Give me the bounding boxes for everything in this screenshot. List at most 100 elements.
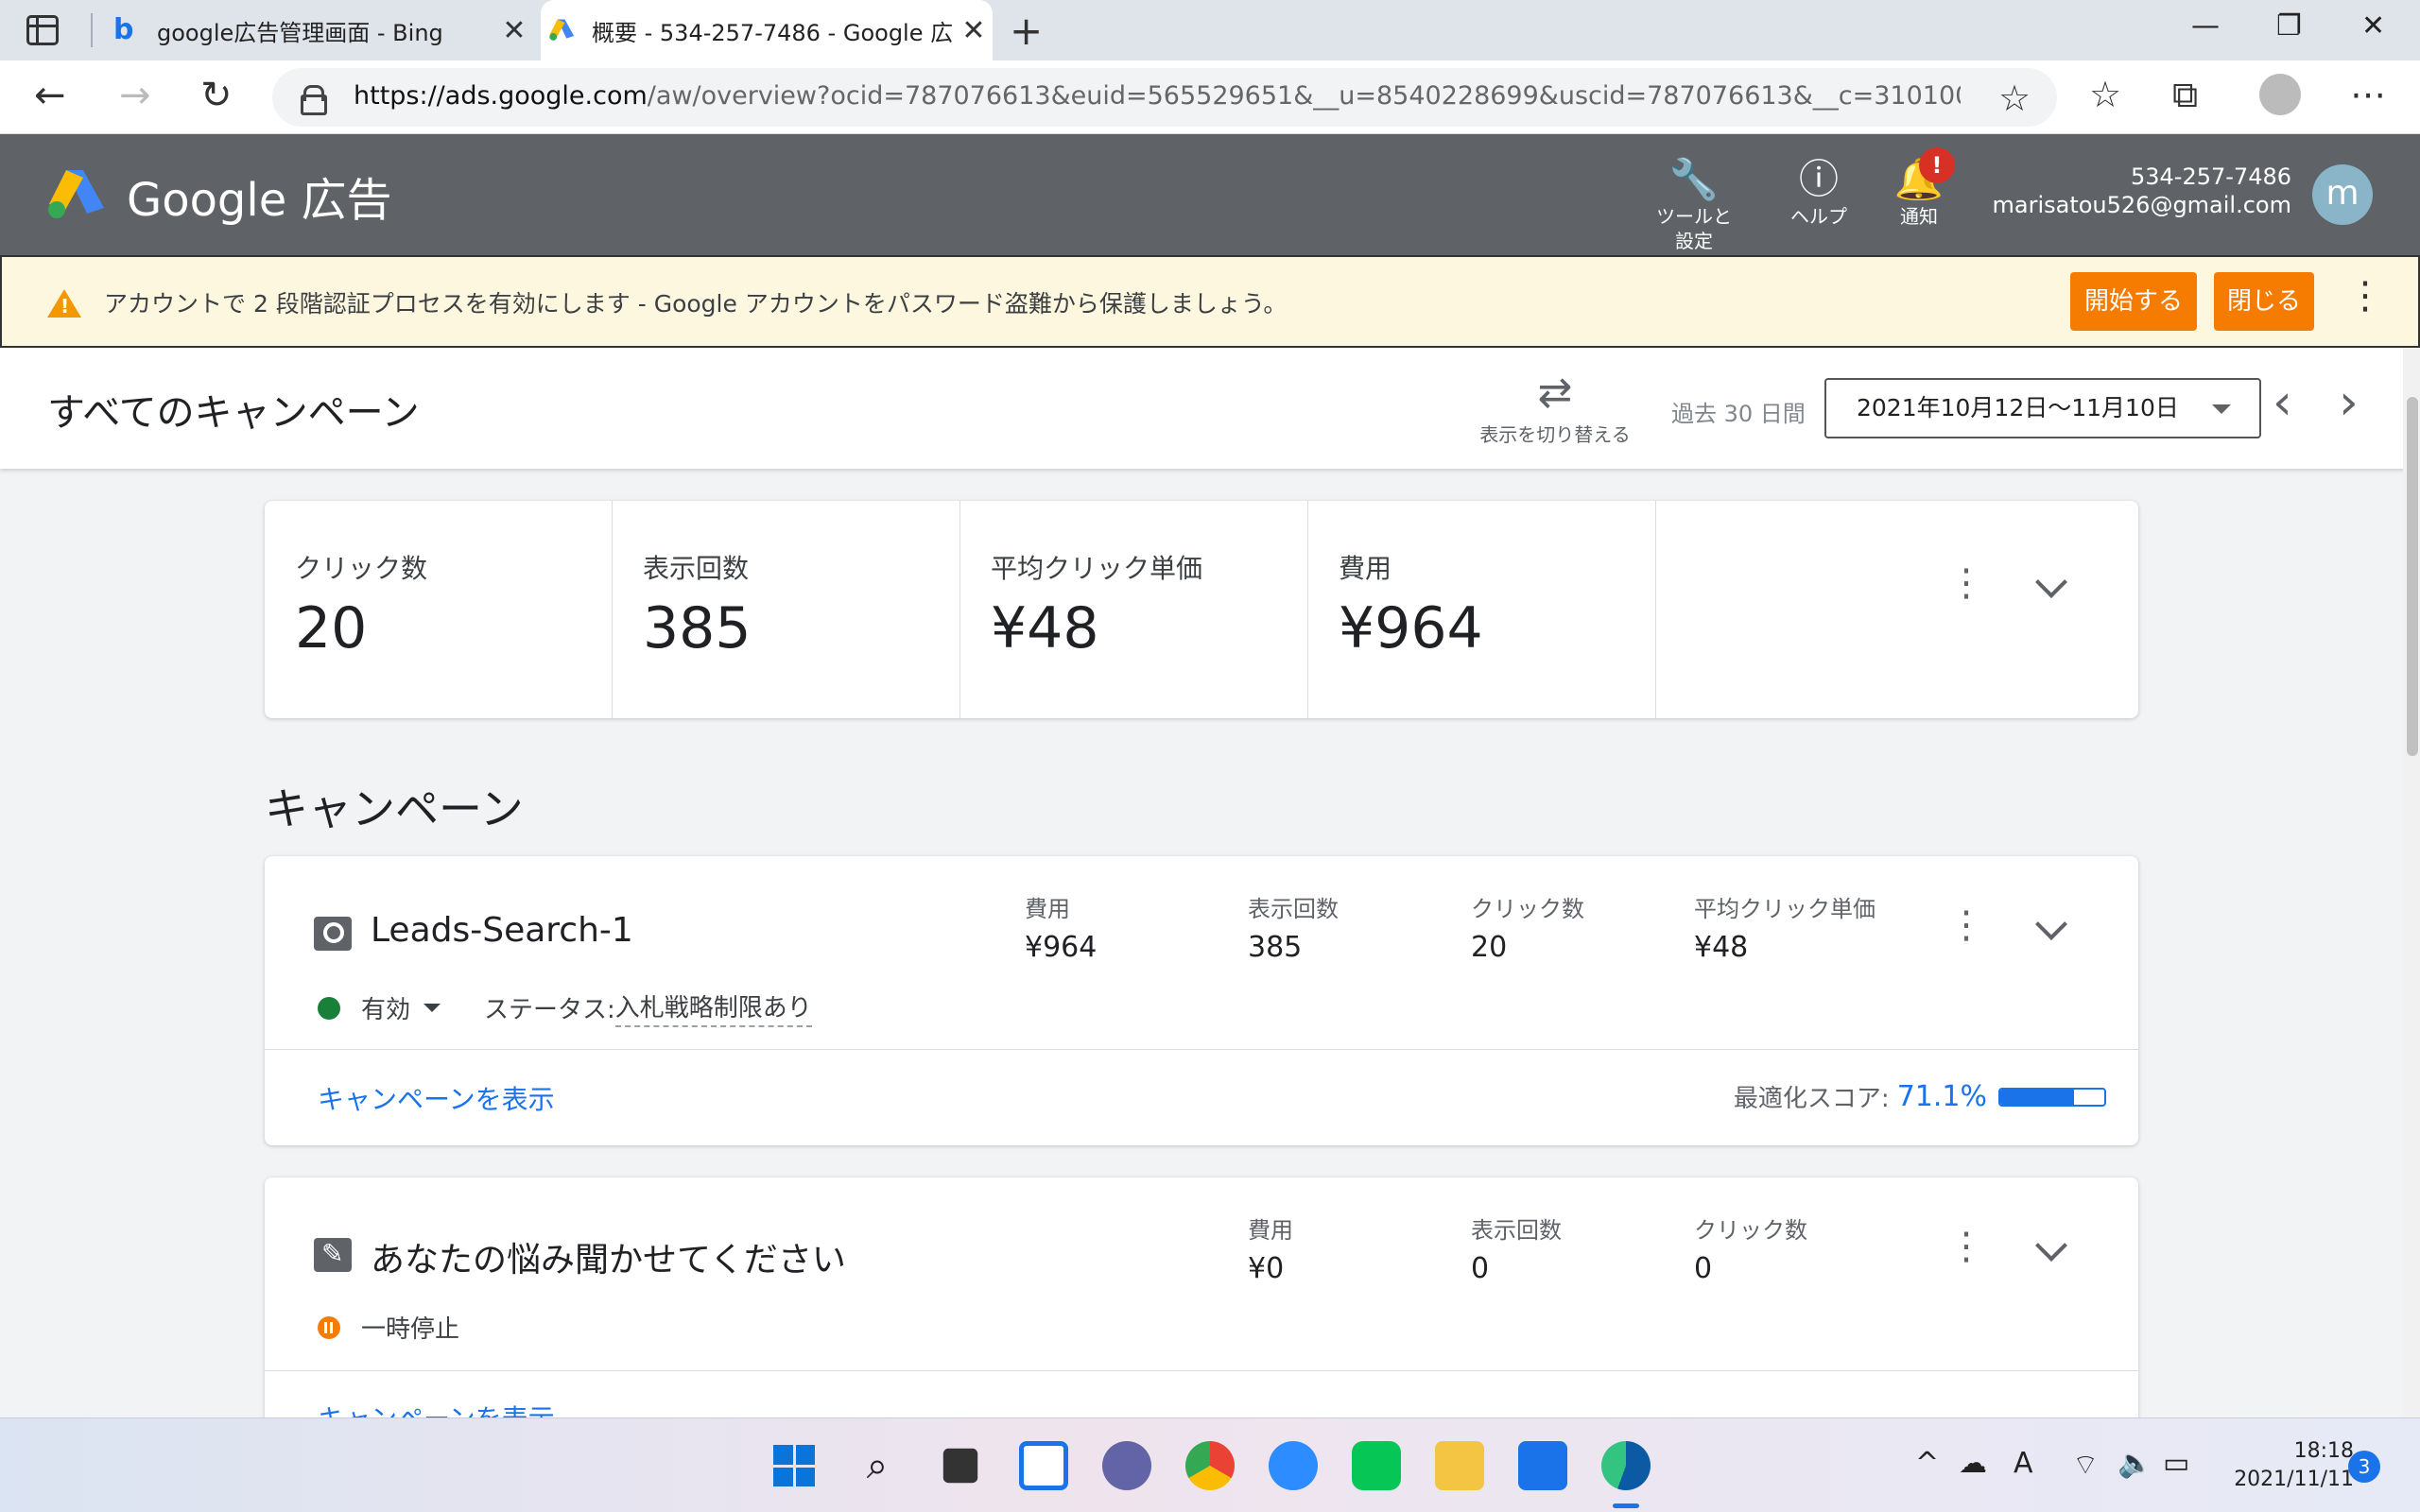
tab-close-icon[interactable]: ✕ [955, 14, 993, 47]
lock-icon[interactable] [301, 85, 327, 115]
collections-icon[interactable]: ⧉ [2172, 74, 2198, 116]
chevron-down-icon[interactable] [2035, 566, 2067, 598]
tab-actions-icon[interactable] [26, 15, 59, 45]
banner-text: アカウントで 2 段階認証プロセスを有効にします - Google アカウントを… [104, 290, 1288, 318]
back-icon[interactable]: ← [34, 74, 66, 117]
campaign-metric-avg-cpc: 平均クリック単価 ¥48 [1694, 890, 1876, 964]
metric-label: クリック数 [1694, 1217, 1807, 1244]
widgets-icon[interactable] [1019, 1441, 1068, 1490]
status-select[interactable]: 有効 [361, 990, 410, 1025]
period-label: 過去 30 日間 [1671, 401, 1806, 427]
switch-view-button[interactable]: ⇄ 表示を切り替える [1475, 367, 1635, 447]
prev-period-icon[interactable]: ‹ [2273, 374, 2292, 431]
browser-tab-bar: b google広告管理画面 - Bing ✕ 概要 - 534-257-748… [0, 0, 2420, 60]
restore-icon[interactable]: ❐ [2276, 9, 2302, 43]
metric-label: 費用 [1248, 1217, 1293, 1244]
more-vert-icon[interactable]: ⋮ [1947, 1225, 1985, 1268]
browser-tab-google-ads[interactable]: 概要 - 534-257-7486 - Google 広 ✕ [541, 0, 993, 60]
mail-icon[interactable] [1518, 1441, 1567, 1490]
view-campaign-link[interactable]: キャンペーンを表示 [318, 1079, 555, 1117]
url-text: https://ads.google.com/aw/overview?ocid=… [354, 81, 1961, 111]
zoom-icon[interactable] [1269, 1441, 1318, 1490]
metric-avg-cpc[interactable]: 平均クリック単価 ¥48 [960, 501, 1308, 718]
wifi-icon[interactable]: ⌔ [2072, 1447, 2099, 1483]
volume-icon[interactable]: 🔈 [2118, 1447, 2152, 1480]
metric-clicks[interactable]: クリック数 20 [265, 501, 613, 718]
tab-title: 概要 - 534-257-7486 - Google 広 [592, 19, 954, 46]
metric-label: 平均クリック単価 [1694, 896, 1876, 922]
avatar[interactable]: m [2312, 164, 2373, 225]
metric-cost[interactable]: 費用 ¥964 [1308, 501, 1656, 718]
start-icon[interactable] [769, 1441, 819, 1490]
close-button[interactable]: 閉じる [2214, 272, 2314, 331]
campaign-name[interactable]: あなたの悩み聞かせてください [371, 1232, 846, 1281]
optimization-score[interactable]: 最適化スコア: 71.1% [1734, 1079, 2106, 1114]
metric-value: 0 [1694, 1252, 1713, 1285]
metric-value: 385 [643, 595, 752, 662]
tab-separator [91, 13, 93, 47]
tools-settings-button[interactable]: 🔧 ツールと 設定 [1647, 155, 1741, 253]
help-button[interactable]: ⓘ ヘルプ [1781, 155, 1857, 229]
edge-icon[interactable] [1601, 1441, 1651, 1490]
next-period-icon[interactable]: › [2339, 374, 2359, 431]
google-ads-logo[interactable] [45, 166, 106, 219]
more-vert-icon[interactable]: ⋮ [2346, 274, 2384, 318]
bid-strategy-status[interactable]: 入札戦略制限あり [614, 988, 812, 1027]
forward-icon[interactable]: → [119, 74, 151, 117]
file-explorer-icon[interactable] [1435, 1441, 1484, 1490]
chevron-down-icon[interactable] [2035, 1229, 2067, 1262]
scrollbar-thumb[interactable] [2407, 397, 2418, 756]
metric-value: ¥48 [1694, 931, 1749, 964]
campaign-name[interactable]: Leads-Search-1 [371, 911, 633, 950]
divider [265, 1049, 2138, 1050]
metric-value: 0 [1471, 1252, 1490, 1285]
chevron-down-icon[interactable] [2035, 908, 2067, 940]
metric-impressions[interactable]: 表示回数 385 [613, 501, 960, 718]
date-range-value: 2021年10月12日～11月10日 [1857, 394, 2179, 421]
url-field[interactable]: https://ads.google.com/aw/overview?ocid=… [272, 68, 2057, 127]
add-favorite-icon[interactable]: ☆ [1998, 77, 2031, 119]
tools-label: ツールと 設定 [1656, 205, 1732, 252]
more-vert-icon[interactable]: ⋮ [1947, 561, 1985, 605]
favorites-icon[interactable]: ☆ [2089, 74, 2121, 115]
tab-close-icon[interactable]: ✕ [495, 14, 533, 47]
ads-header: Google 広告 🔧 ツールと 設定 ⓘ ヘルプ 🔔 通知 ! 534-257… [0, 134, 2420, 255]
battery-icon[interactable]: ▭ [2163, 1447, 2189, 1480]
clock[interactable]: 18:18 2021/11/11 [2221, 1437, 2354, 1494]
minimize-icon[interactable]: — [2191, 9, 2220, 43]
search-icon[interactable]: ⌕ [853, 1441, 902, 1490]
help-label: ヘルプ [1790, 205, 1847, 228]
search-campaign-icon [314, 917, 352, 951]
notif-label: 通知 [1900, 205, 1938, 228]
browser-tab-bing[interactable]: b google広告管理画面 - Bing ✕ [106, 0, 533, 60]
onedrive-icon[interactable]: ☁ [1959, 1447, 1987, 1480]
campaign-metric-impressions: 表示回数 385 [1248, 890, 1339, 964]
notification-badge: ! [1919, 147, 1955, 183]
account-info[interactable]: 534-257-7486 marisatou526@gmail.com [1993, 163, 2292, 219]
chevron-up-icon[interactable]: ^ [1915, 1447, 1939, 1480]
summary-card: クリック数 20 表示回数 385 平均クリック単価 ¥48 費用 ¥964 ⋮ [265, 501, 2138, 718]
chat-icon[interactable] [1102, 1441, 1151, 1490]
more-icon[interactable]: ⋯ [2350, 74, 2386, 115]
new-tab-icon[interactable]: + [1010, 8, 1043, 54]
warning-icon [47, 289, 81, 318]
start-button[interactable]: 開始する [2070, 272, 2197, 331]
metric-value: 20 [1471, 931, 1508, 964]
ime-icon[interactable]: A [2014, 1447, 2033, 1480]
task-view-icon[interactable] [942, 1448, 978, 1484]
campaign-metric-clicks: クリック数 20 [1471, 890, 1584, 964]
window-close-icon[interactable]: ✕ [2361, 9, 2385, 43]
date-range-select[interactable]: 2021年10月12日～11月10日 [1824, 378, 2261, 438]
notification-count-badge[interactable]: 3 [2348, 1451, 2380, 1483]
profile-icon[interactable] [2259, 74, 2301, 115]
metric-label: 費用 [1339, 553, 1392, 584]
brand-name: Google 広告 [127, 174, 392, 227]
metric-label: クリック数 [1471, 896, 1584, 922]
reload-icon[interactable]: ↻ [200, 74, 233, 117]
metric-value: ¥964 [1339, 595, 1483, 662]
dropdown-caret-icon[interactable] [424, 1004, 441, 1012]
more-vert-icon[interactable]: ⋮ [1947, 903, 1985, 947]
line-icon[interactable] [1352, 1441, 1401, 1490]
status-text[interactable]: 一時停止 [361, 1310, 459, 1345]
chrome-icon[interactable] [1185, 1441, 1235, 1490]
